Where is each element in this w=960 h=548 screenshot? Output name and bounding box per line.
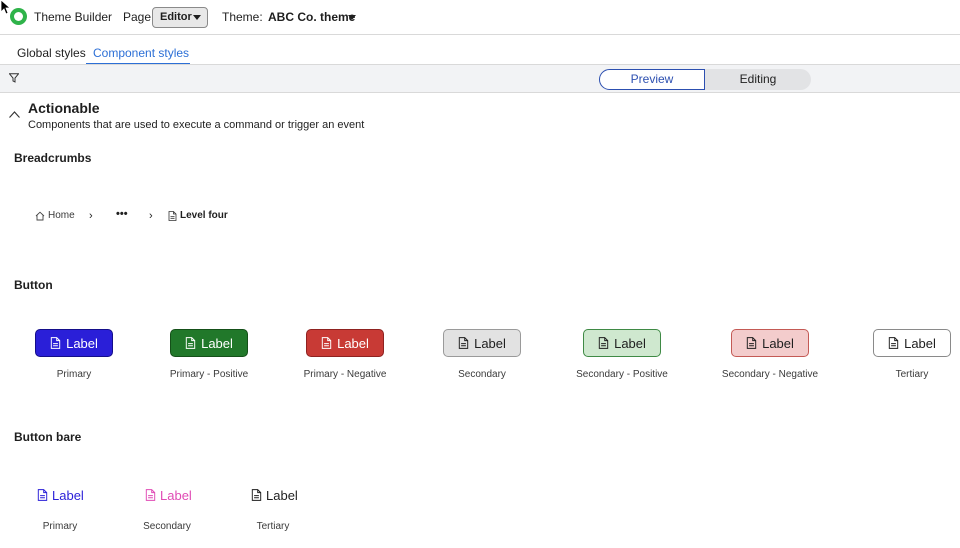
button-caption: Primary - Negative: [303, 369, 387, 380]
breadcrumb-current-label: Level four: [180, 210, 228, 221]
button-label: Label: [66, 335, 98, 351]
tab-global-styles[interactable]: Global styles: [17, 46, 86, 60]
document-icon: [321, 337, 332, 349]
chevron-up-icon[interactable]: [9, 111, 20, 118]
breadcrumb-current: Level four: [168, 210, 228, 221]
document-icon: [458, 337, 469, 349]
section-title: Actionable: [28, 100, 100, 116]
document-icon: [50, 337, 61, 349]
section-description: Components that are used to execute a co…: [28, 119, 365, 131]
caret-down-icon[interactable]: [348, 15, 356, 20]
caret-down-icon: [193, 15, 201, 20]
breadcrumb-separator: ›: [149, 210, 153, 222]
button-caption: Secondary: [458, 369, 506, 380]
page-select[interactable]: Editor: [152, 7, 208, 28]
button-caption: Primary: [56, 369, 92, 380]
button-bare-caption: Secondary: [143, 521, 191, 532]
breadcrumb-home[interactable]: Home: [35, 210, 75, 221]
theme-select[interactable]: ABC Co. theme: [268, 10, 355, 24]
button-caption: Secondary - Positive: [576, 369, 668, 380]
document-icon: [888, 337, 899, 349]
button-caption: Primary - Positive: [169, 369, 249, 380]
button-caption: Secondary - Negative: [721, 369, 819, 380]
breadcrumb-separator: ›: [89, 210, 93, 222]
button-label: Label: [762, 335, 794, 351]
button-label: Label: [201, 335, 233, 351]
segment-preview[interactable]: Preview: [599, 69, 705, 90]
app-title: Theme Builder: [34, 10, 113, 24]
button-bare-tertiary[interactable]: Label: [251, 486, 298, 504]
button-bare-label: Label: [52, 487, 84, 503]
button-bare-caption: Tertiary: [256, 521, 290, 532]
home-icon: [35, 211, 45, 220]
breadcrumb-ellipsis[interactable]: •••: [116, 208, 128, 220]
button-secondary-negative[interactable]: Label: [731, 329, 809, 357]
button-caption: Tertiary: [895, 369, 929, 380]
button-primary-negative[interactable]: Label: [306, 329, 384, 357]
document-icon: [746, 337, 757, 349]
page-label: Page:: [123, 10, 155, 24]
breadcrumbs-heading: Breadcrumbs: [14, 151, 92, 165]
button-bare-primary[interactable]: Label: [37, 486, 84, 504]
button-tertiary[interactable]: Label: [873, 329, 951, 357]
tab-bar: Global styles Component styles: [0, 36, 960, 65]
breadcrumb-home-label: Home: [48, 210, 75, 221]
document-icon: [37, 489, 48, 501]
button-label: Label: [474, 335, 506, 351]
button-secondary[interactable]: Label: [443, 329, 521, 357]
button-bare-label: Label: [266, 487, 298, 503]
button-heading: Button: [14, 278, 53, 292]
button-bare-heading: Button bare: [14, 430, 82, 444]
button-label: Label: [614, 335, 646, 351]
segment-editing[interactable]: Editing: [705, 69, 811, 90]
theme-label: Theme:: [222, 10, 263, 24]
top-bar: Theme Builder Page: Editor Theme: ABC Co…: [0, 0, 960, 35]
document-icon: [168, 210, 177, 221]
page-select-value: Editor: [160, 11, 192, 23]
filter-icon[interactable]: [9, 73, 19, 83]
button-primary-positive[interactable]: Label: [170, 329, 248, 357]
toolbar: Preview Editing: [0, 64, 960, 93]
button-bare-caption: Primary: [42, 521, 78, 532]
button-label: Label: [904, 335, 936, 351]
button-bare-secondary[interactable]: Label: [145, 486, 192, 504]
button-label: Label: [337, 335, 369, 351]
document-icon: [598, 337, 609, 349]
app-logo-icon: [10, 8, 27, 25]
button-secondary-positive[interactable]: Label: [583, 329, 661, 357]
document-icon: [251, 489, 262, 501]
button-primary[interactable]: Label: [35, 329, 113, 357]
document-icon: [185, 337, 196, 349]
tab-component-styles[interactable]: Component styles: [93, 46, 189, 60]
document-icon: [145, 489, 156, 501]
button-bare-label: Label: [160, 487, 192, 503]
